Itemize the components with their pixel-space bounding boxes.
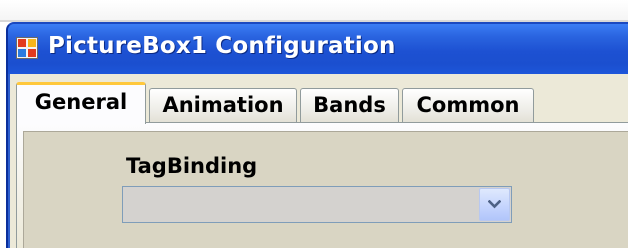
chevron-down-icon: [488, 200, 501, 209]
tab-common[interactable]: Common: [402, 88, 534, 122]
configuration-dialog: PictureBox1 Configuration General Animat…: [6, 22, 628, 248]
dialog-client-area: General Animation Bands Common TagBindin…: [10, 74, 628, 248]
title-bar[interactable]: PictureBox1 Configuration: [8, 24, 628, 74]
tab-bands[interactable]: Bands: [300, 88, 399, 122]
window-title: PictureBox1 Configuration: [48, 33, 396, 59]
tagbinding-dropdown-button[interactable]: [479, 188, 510, 221]
tagbinding-label: TagBinding: [126, 154, 258, 178]
tab-animation[interactable]: Animation: [149, 88, 297, 122]
general-tab-panel: TagBinding: [16, 122, 628, 248]
general-settings-group: TagBinding: [23, 131, 628, 248]
app-window-icon[interactable]: [16, 37, 38, 59]
background-window-edge: [0, 0, 628, 22]
tagbinding-dropdown[interactable]: [122, 186, 512, 223]
tab-general[interactable]: General: [16, 82, 146, 124]
